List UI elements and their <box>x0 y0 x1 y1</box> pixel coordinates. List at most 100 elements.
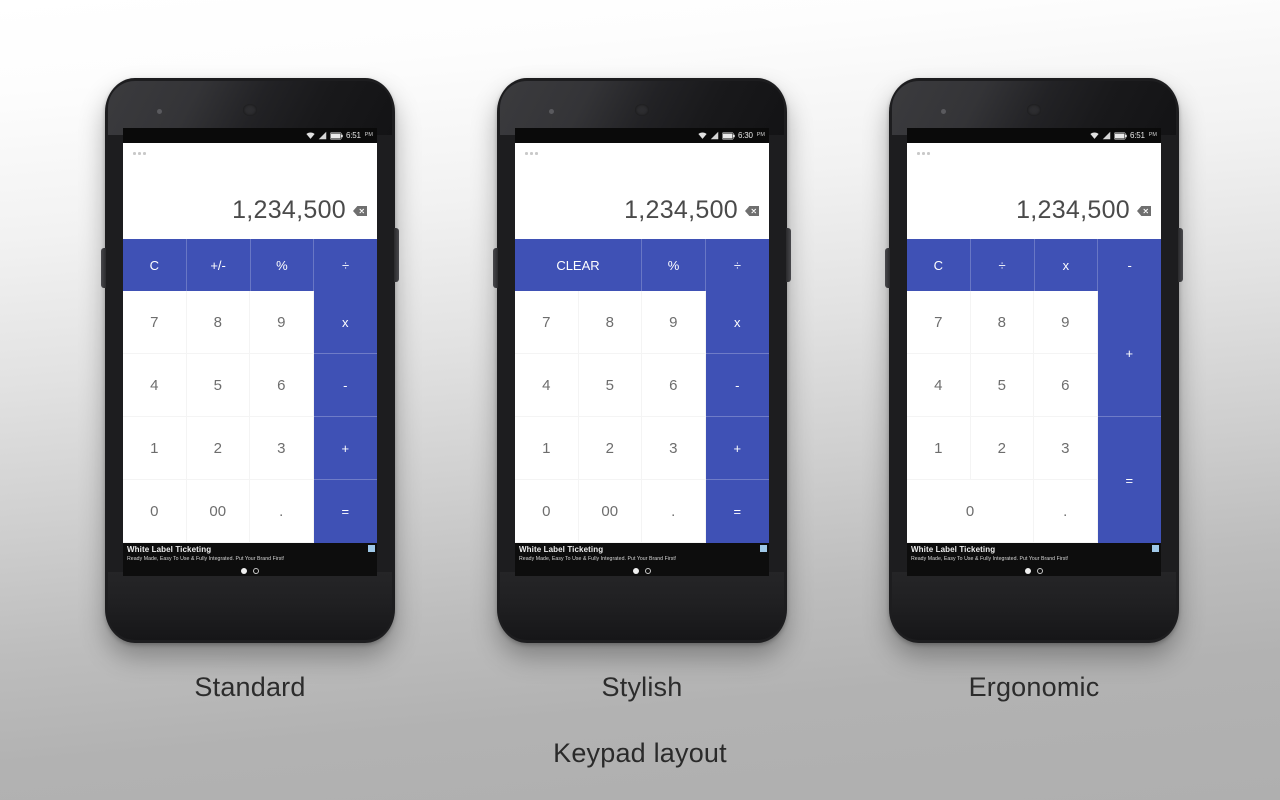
digit-7[interactable]: 7 <box>907 291 971 354</box>
keypad: 7 8 9 4 5 6 1 2 3 0 00. x - + = <box>123 291 377 543</box>
digit-3[interactable]: 3 <box>642 417 706 480</box>
digit-9[interactable]: 9 <box>250 291 314 354</box>
carousel-dot-icon[interactable] <box>1037 568 1043 574</box>
carousel-dot-icon[interactable] <box>253 568 259 574</box>
digit-2[interactable]: 2 <box>970 417 1034 480</box>
ad-subtitle: Ready Made, Easy To Use & Fully Integrat… <box>519 556 677 562</box>
ad-carousel-dots[interactable] <box>907 568 1161 574</box>
signal-icon <box>710 131 719 140</box>
carousel-dot-active-icon[interactable] <box>633 568 639 574</box>
earpiece-speaker <box>1027 104 1041 116</box>
volume-button[interactable] <box>493 248 498 288</box>
multiply-key[interactable]: x <box>705 291 769 354</box>
carousel-dot-active-icon[interactable] <box>1025 568 1031 574</box>
operator-column: x - + = <box>705 291 770 543</box>
clear-key[interactable]: C <box>907 239 971 291</box>
ad-banner[interactable]: White Label Ticketing Ready Made, Easy To… <box>515 543 769 576</box>
digit-2[interactable]: 2 <box>578 417 642 480</box>
divide-key[interactable]: ÷ <box>314 239 377 291</box>
power-button[interactable] <box>786 228 791 282</box>
multiply-key[interactable]: x <box>1035 239 1099 291</box>
equals-key[interactable]: = <box>1098 417 1162 543</box>
display-value: 1,234,500 <box>624 196 738 224</box>
operator-column: + = <box>1097 291 1162 543</box>
ad-carousel-dots[interactable] <box>515 568 769 574</box>
multiply-key[interactable]: x <box>313 291 377 354</box>
minus-key[interactable]: - <box>705 354 769 417</box>
ad-info-badge-icon[interactable] <box>368 545 375 552</box>
signal-icon <box>1102 131 1111 140</box>
equals-key[interactable]: = <box>314 480 378 543</box>
digit-8[interactable]: 8 <box>186 291 250 354</box>
volume-button[interactable] <box>885 248 890 288</box>
backspace-icon[interactable] <box>745 205 759 216</box>
backspace-icon[interactable] <box>353 205 367 216</box>
android-status-bar: 6:30 PM <box>515 128 769 143</box>
wifi-icon <box>698 132 707 139</box>
clear-key[interactable]: C <box>123 239 187 291</box>
volume-button[interactable] <box>101 248 106 288</box>
ad-banner[interactable]: White Label Ticketing Ready Made, Easy To… <box>907 543 1161 576</box>
digit-5[interactable]: 5 <box>186 354 250 417</box>
divide-key[interactable]: ÷ <box>971 239 1035 291</box>
digit-grid: 7 8 9 4 5 6 1 2 3 0 00. <box>123 291 314 543</box>
plus-key[interactable]: + <box>705 417 769 480</box>
digit-0[interactable]: 0 <box>515 480 579 543</box>
equals-key[interactable]: = <box>706 480 770 543</box>
ad-carousel-dots[interactable] <box>123 568 377 574</box>
backspace-icon[interactable] <box>1137 205 1151 216</box>
minus-key[interactable]: - <box>313 354 377 417</box>
digit-7[interactable]: 7 <box>123 291 187 354</box>
ad-subtitle: Ready Made, Easy To Use & Fully Integrat… <box>911 556 1069 562</box>
percent-key[interactable]: % <box>251 239 315 291</box>
digit-8[interactable]: 8 <box>578 291 642 354</box>
digit-1[interactable]: 1 <box>907 417 971 480</box>
power-button[interactable] <box>394 228 399 282</box>
ad-banner[interactable]: White Label Ticketing Ready Made, Easy To… <box>123 543 377 576</box>
digit-1[interactable]: 1 <box>123 417 187 480</box>
digit-3[interactable]: 3 <box>1034 417 1098 480</box>
decimal-point-key[interactable]: . <box>1034 480 1098 543</box>
plus-key[interactable]: + <box>313 417 377 480</box>
digit-7[interactable]: 7 <box>515 291 579 354</box>
digit-0[interactable]: 0 <box>907 480 1034 543</box>
decimal-point-key[interactable]: . <box>642 480 706 543</box>
digit-4[interactable]: 4 <box>515 354 579 417</box>
carousel-dot-icon[interactable] <box>645 568 651 574</box>
minus-key[interactable]: - <box>1098 239 1161 291</box>
digit-6[interactable]: 6 <box>1034 354 1098 417</box>
digit-9[interactable]: 9 <box>1034 291 1098 354</box>
front-camera-icon <box>157 109 162 114</box>
carousel-dot-active-icon[interactable] <box>241 568 247 574</box>
plus-key[interactable]: + <box>1097 291 1161 417</box>
digit-00[interactable]: 00 <box>186 480 250 543</box>
clear-key[interactable]: CLEAR <box>515 239 642 291</box>
divide-key[interactable]: ÷ <box>706 239 769 291</box>
digit-00[interactable]: 00 <box>578 480 642 543</box>
digit-5[interactable]: 5 <box>970 354 1034 417</box>
digit-6[interactable]: 6 <box>250 354 314 417</box>
overflow-menu-icon[interactable] <box>525 152 538 155</box>
display-value: 1,234,500 <box>1016 196 1130 224</box>
power-button[interactable] <box>1178 228 1183 282</box>
digit-4[interactable]: 4 <box>907 354 971 417</box>
digit-8[interactable]: 8 <box>970 291 1034 354</box>
sign-key[interactable]: +/- <box>187 239 251 291</box>
digit-2[interactable]: 2 <box>186 417 250 480</box>
digit-0[interactable]: 0 <box>123 480 187 543</box>
digit-3[interactable]: 3 <box>250 417 314 480</box>
overflow-menu-icon[interactable] <box>133 152 146 155</box>
digit-9[interactable]: 9 <box>642 291 706 354</box>
calculator-app: 1,234,500 CLEAR% ÷ 7 8 9 4 5 6 1 2 3 0 00. x - + = White L… <box>515 143 769 576</box>
digit-1[interactable]: 1 <box>515 417 579 480</box>
digit-4[interactable]: 4 <box>123 354 187 417</box>
ad-info-badge-icon[interactable] <box>760 545 767 552</box>
digit-6[interactable]: 6 <box>642 354 706 417</box>
overflow-menu-icon[interactable] <box>917 152 930 155</box>
digit-5[interactable]: 5 <box>578 354 642 417</box>
decimal-point-key[interactable]: . <box>250 480 314 543</box>
phone-caption-2: Stylish <box>601 672 683 702</box>
calculator-display-area: 1,234,500 <box>515 143 769 239</box>
ad-info-badge-icon[interactable] <box>1152 545 1159 552</box>
percent-key[interactable]: % <box>642 239 706 291</box>
